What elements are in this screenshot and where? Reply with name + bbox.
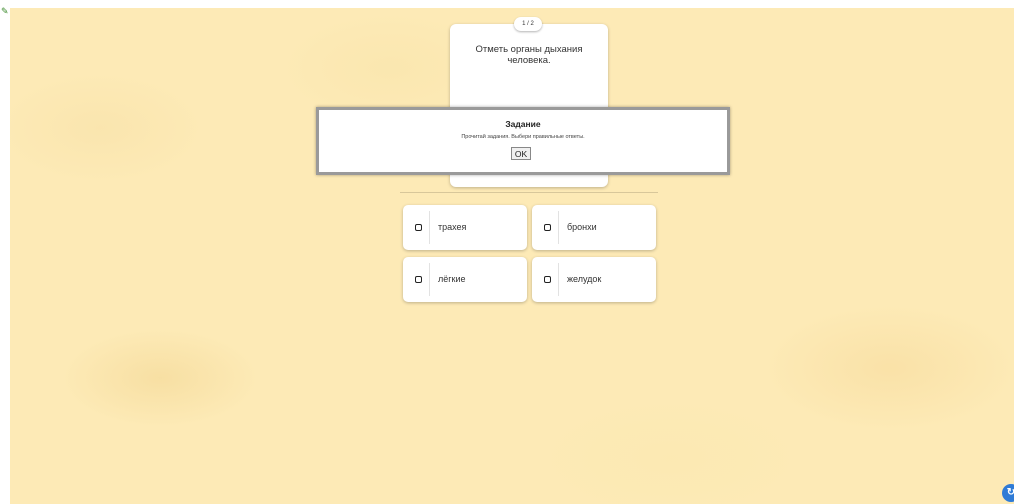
answer-option-lungs[interactable]: лёгкие xyxy=(403,257,527,302)
answer-label: лёгкие xyxy=(438,274,466,284)
dialog-text: Прочитай задания. Выбери правильные отве… xyxy=(461,134,585,140)
answer-option-bronchi[interactable]: бронхи xyxy=(532,205,656,250)
checkbox-icon[interactable] xyxy=(544,276,551,283)
circle-arrow-icon[interactable]: ↻ xyxy=(1002,484,1014,502)
divider xyxy=(400,192,658,193)
task-dialog: Задание Прочитай задания. Выбери правиль… xyxy=(316,107,730,175)
option-separator xyxy=(429,263,430,296)
option-separator xyxy=(558,211,559,244)
answer-label: желудок xyxy=(567,274,602,284)
answer-label: трахея xyxy=(438,222,467,232)
checkbox-icon[interactable] xyxy=(544,224,551,231)
activity-stage: 1 / 2 Отметь органы дыхания человека. тр… xyxy=(10,8,1014,504)
question-counter: 1 / 2 xyxy=(514,17,542,31)
app-logo-icon: ✎ xyxy=(1,6,9,16)
answer-option-trachea[interactable]: трахея xyxy=(403,205,527,250)
answer-label: бронхи xyxy=(567,222,597,232)
dialog-title: Задание xyxy=(505,119,541,129)
checkbox-icon[interactable] xyxy=(415,224,422,231)
ok-button[interactable]: OK xyxy=(511,147,531,160)
answer-option-stomach[interactable]: желудок xyxy=(532,257,656,302)
question-text: Отметь органы дыхания человека. xyxy=(475,44,583,66)
option-separator xyxy=(558,263,559,296)
checkbox-icon[interactable] xyxy=(415,276,422,283)
option-separator xyxy=(429,211,430,244)
